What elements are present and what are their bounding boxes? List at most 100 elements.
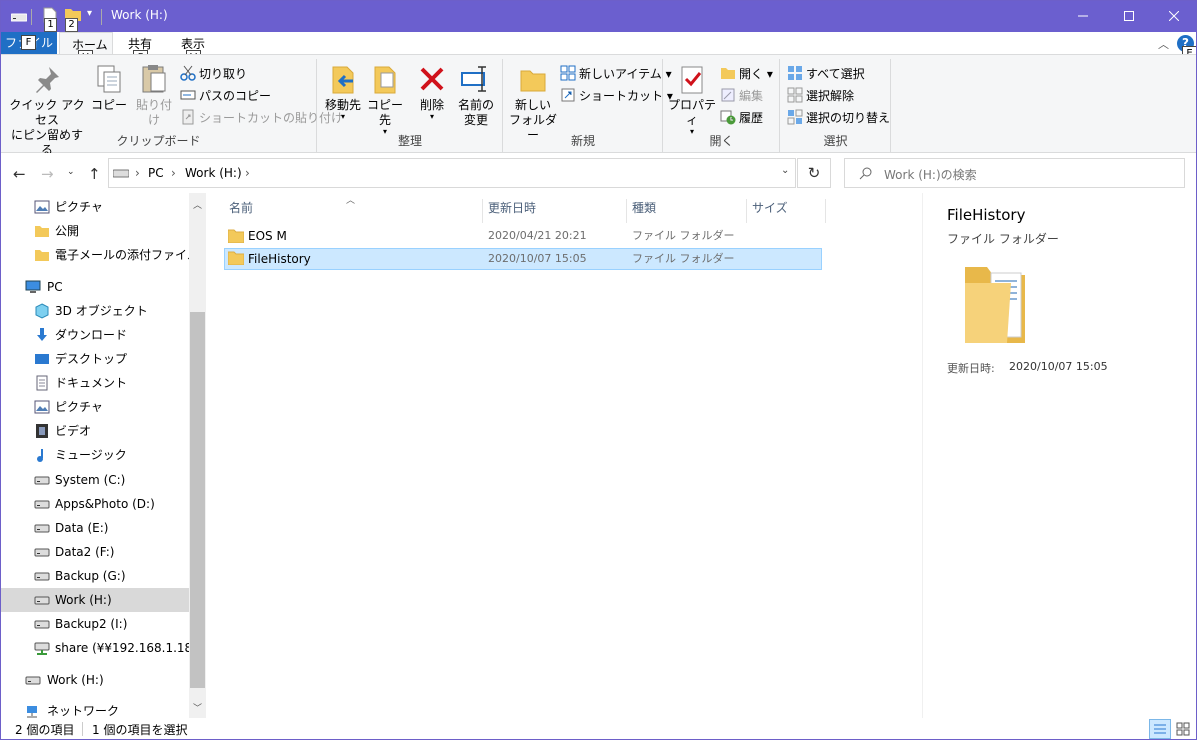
documents-icon xyxy=(36,375,48,391)
up-button[interactable]: ↑ xyxy=(88,165,101,183)
column-header-modified[interactable]: 更新日時 xyxy=(483,199,627,223)
pin-icon xyxy=(36,67,59,93)
breadcrumb-separator: › xyxy=(245,166,250,180)
nav-scrollbar[interactable]: ︿ ﹀ xyxy=(189,193,206,718)
paste-button[interactable]: 貼り付け xyxy=(131,63,177,128)
copy-path-label: パスのコピー xyxy=(199,89,272,103)
rename-button[interactable]: 名前の 変更 xyxy=(454,63,498,128)
large-icons-view-button[interactable] xyxy=(1173,719,1195,739)
nav-item-pictures-2[interactable]: ピクチャ xyxy=(1,395,189,419)
search-box[interactable]: Work (H:)の検索 xyxy=(844,158,1185,188)
copy-path-button[interactable]: パスのコピー xyxy=(180,87,271,107)
select-group-label: 選択 xyxy=(823,134,848,148)
move-to-button[interactable]: 移動先 ▾ xyxy=(322,63,364,121)
back-button[interactable]: ← xyxy=(13,165,26,183)
table-row[interactable]: EOS M 2020/04/21 20:21 ファイル フォルダー xyxy=(224,226,822,248)
new-folder-button[interactable]: 新しい フォルダー xyxy=(508,63,558,143)
history-button[interactable]: 履歴 xyxy=(720,109,763,129)
shortcut-icon xyxy=(561,88,575,102)
edit-button[interactable]: 編集 xyxy=(720,87,763,107)
shortcut-button[interactable]: ショートカット ▾ xyxy=(560,87,673,107)
column-header-label: 更新日時 xyxy=(488,201,537,215)
nav-item-drive-g[interactable]: Backup (G:) xyxy=(1,564,189,588)
nav-item-3d-objects[interactable]: 3D オブジェクト xyxy=(1,299,189,323)
drive-icon xyxy=(25,676,41,685)
collapse-ribbon-icon[interactable]: ︿ xyxy=(1158,36,1169,52)
drive-icon xyxy=(11,13,27,22)
nav-item-drive-z[interactable]: share (¥¥192.168.1.18) (Z:) xyxy=(1,636,222,660)
nav-item-videos[interactable]: ビデオ xyxy=(1,419,189,443)
drive-icon xyxy=(113,169,129,178)
open-button[interactable]: 開く ▾ xyxy=(720,65,773,85)
nav-item-drive-e[interactable]: Data (E:) xyxy=(1,516,189,540)
pc-icon xyxy=(25,280,41,293)
copy-button[interactable]: コピー xyxy=(91,63,127,113)
scissors-icon xyxy=(180,65,196,81)
nav-item-documents[interactable]: ドキュメント xyxy=(1,371,189,395)
nav-item-desktop[interactable]: デスクトップ xyxy=(1,347,189,371)
select-all-button[interactable]: すべて選択 xyxy=(787,65,865,85)
nav-item-downloads[interactable]: ダウンロード xyxy=(1,323,189,347)
new-item-icon xyxy=(560,65,576,81)
invert-selection-button[interactable]: 選択の切り替え xyxy=(787,109,890,129)
nav-item-label: ミュージック xyxy=(55,448,127,462)
nav-item-drive-c[interactable]: System (C:) xyxy=(1,468,189,492)
preview-type: ファイル フォルダー xyxy=(947,232,1059,246)
forward-button[interactable]: → xyxy=(41,165,54,183)
details-view-button[interactable] xyxy=(1149,719,1171,739)
customize-quick-access-icon[interactable]: ▾ xyxy=(87,8,92,19)
properties-button[interactable]: プロパティ ▾ xyxy=(666,63,718,136)
nav-item-label: ピクチャ xyxy=(55,200,103,214)
column-header-label: 種類 xyxy=(632,201,657,215)
nav-item-label: Work (H:) xyxy=(47,673,104,687)
scroll-up-icon[interactable]: ︿ xyxy=(193,198,202,211)
address-dropdown-icon[interactable]: ⌄ xyxy=(781,165,789,176)
ribbon: クイック アクセス にピン留めする コピー 貼り付け 切り取り パスのコピー シ… xyxy=(1,54,1196,157)
nav-item-email-attachments[interactable]: 電子メールの添付ファイル xyxy=(1,243,199,267)
details-pane: FileHistory ファイル フォルダー 更新日時: 2020/10/07 … xyxy=(922,193,1196,718)
scroll-down-icon[interactable]: ﹀ xyxy=(193,701,202,714)
close-button[interactable] xyxy=(1151,1,1196,32)
nav-item-label: 公開 xyxy=(55,224,80,238)
search-icon xyxy=(859,167,872,180)
explorer-window: 1 2 ▾ Work (H:) ファイル F ホーム H 共有 S 表示 V ︿… xyxy=(0,0,1197,740)
navigation-pane: ピクチャ 公開 電子メールの添付ファイル PC 3D オブジェクト ダウンロード… xyxy=(1,193,222,718)
shortcut-label: ショートカット xyxy=(579,89,664,103)
breadcrumb-separator: › xyxy=(171,166,176,180)
breadcrumb-work[interactable]: Work (H:) xyxy=(185,166,242,180)
new-item-button[interactable]: 新しいアイテム ▾ xyxy=(560,65,672,85)
nav-item-drive-h[interactable]: Work (H:) xyxy=(1,588,189,612)
select-none-button[interactable]: 選択解除 xyxy=(787,87,854,107)
nav-item-drive-d[interactable]: Apps&Photo (D:) xyxy=(1,492,189,516)
nav-scrollbar-thumb[interactable] xyxy=(190,312,205,688)
nav-item-work-h[interactable]: Work (H:) xyxy=(1,668,189,692)
nav-item-pc[interactable]: PC xyxy=(1,275,189,299)
delete-button[interactable]: 削除 ▾ xyxy=(414,63,450,121)
minimize-button[interactable] xyxy=(1060,1,1106,32)
column-header-type[interactable]: 種類 xyxy=(627,199,747,223)
nav-item-public[interactable]: 公開 xyxy=(1,219,189,243)
history-icon xyxy=(720,110,736,125)
table-row[interactable]: FileHistory 2020/10/07 15:05 ファイル フォルダー xyxy=(224,248,822,270)
new-group-label: 新規 xyxy=(570,134,595,148)
breadcrumb-pc[interactable]: PC xyxy=(148,166,164,180)
folder-icon xyxy=(228,251,244,265)
copy-to-button[interactable]: コピー先 ▾ xyxy=(364,63,406,136)
search-input[interactable]: Work (H:)の検索 xyxy=(884,166,977,183)
recent-locations-icon[interactable]: ⌄ xyxy=(67,167,75,177)
cut-button[interactable]: 切り取り xyxy=(180,65,247,85)
nav-item-music[interactable]: ミュージック xyxy=(1,443,189,467)
column-header-name[interactable]: 名前 xyxy=(224,199,483,223)
refresh-button[interactable]: ↻ xyxy=(797,158,831,188)
address-bar[interactable]: › PC › Work (H:) › ⌄ xyxy=(108,158,796,188)
nav-item-drive-i[interactable]: Backup2 (I:) xyxy=(1,612,189,636)
nav-item-label: Backup (G:) xyxy=(55,569,126,583)
nav-item-drive-f[interactable]: Data2 (F:) xyxy=(1,540,189,564)
column-header-size[interactable]: サイズ xyxy=(747,199,826,223)
open-group-label: 開く xyxy=(709,134,734,148)
select-all-label: すべて選択 xyxy=(806,67,865,81)
delete-label: 削除 xyxy=(419,98,444,112)
maximize-button[interactable] xyxy=(1106,1,1152,32)
pictures-icon xyxy=(34,400,50,414)
nav-item-pictures[interactable]: ピクチャ xyxy=(1,195,189,219)
